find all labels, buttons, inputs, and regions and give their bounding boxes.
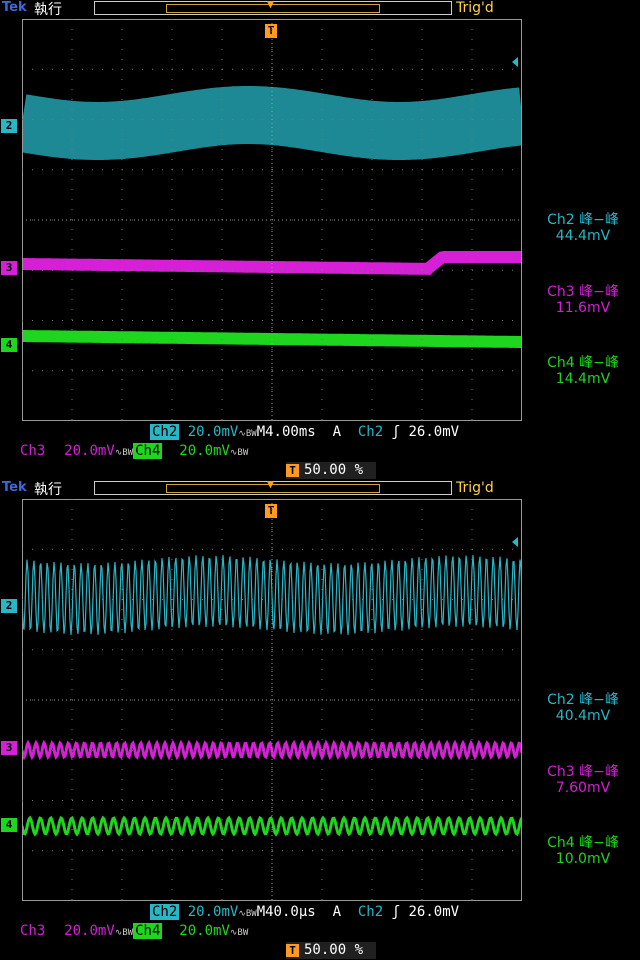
trigger-level[interactable]: 26.0mV: [408, 424, 459, 440]
ch4-marker[interactable]: 4: [1, 818, 17, 832]
ch2-scale: 20.0mV: [187, 424, 239, 440]
grid: [22, 499, 522, 901]
trigger-position-readout: T 50.00 %: [286, 462, 376, 479]
measurement-ch2: Ch2 峰−峰 44.4mV: [528, 212, 638, 244]
trigger-status: Trig'd: [456, 480, 494, 496]
ch2-label[interactable]: Ch2: [150, 424, 180, 440]
ch2-label[interactable]: Ch2: [150, 904, 180, 920]
ch4-label[interactable]: Ch4: [133, 923, 163, 939]
measurement-value: 7.60mV: [555, 780, 611, 796]
ch2-scale: 20.0mV: [187, 904, 239, 920]
timebase[interactable]: M4.00ms: [257, 424, 316, 440]
grid: [22, 19, 522, 421]
ch3-marker[interactable]: 3: [1, 741, 17, 755]
measurement-label: Ch4 峰−峰: [547, 355, 619, 371]
measurement-ch3: Ch3 峰−峰 7.60mV: [528, 764, 638, 796]
top-status-bar: Tek 執行 Trig'd: [0, 480, 640, 498]
bw-limit-icon: ∿BW: [114, 928, 134, 938]
run-state: 執行: [34, 482, 62, 498]
status-line-1: Ch2 20.0mV∿BWM40.0µs A Ch2 ʃ 26.0mV: [150, 904, 459, 920]
trigger-position-value: 50.00 %: [304, 942, 364, 958]
graticule: [22, 19, 522, 421]
waveforms: [22, 555, 522, 837]
trigger-slope-icon: ʃ: [391, 904, 401, 920]
measurement-label: Ch3 峰−峰: [547, 284, 619, 300]
trigger-slope-icon: ʃ: [391, 424, 401, 440]
brand-logo: Tek: [2, 480, 27, 495]
trigger-icon: T: [286, 464, 299, 477]
measurement-label: Ch4 峰−峰: [547, 835, 619, 851]
top-status-bar: Tek 執行 Trig'd: [0, 0, 640, 18]
bw-limit-icon: ∿BW: [114, 448, 134, 458]
scope-panel-top: Tek 執行 Trig'd ▼ T 2 3 4 Ch2 峰−峰 44.4mV C…: [0, 0, 640, 480]
trigger-level-icon: [512, 57, 518, 67]
measurement-label: Ch3 峰−峰: [547, 764, 619, 780]
measurement-label: Ch2 峰−峰: [547, 212, 619, 228]
trigger-icon: T: [286, 944, 299, 957]
trigger-mode: A: [332, 424, 342, 440]
trigger-level[interactable]: 26.0mV: [408, 904, 459, 920]
bw-limit-icon: ∿BW: [229, 928, 249, 938]
trigger-source: Ch2: [357, 424, 384, 440]
bw-limit-icon: ∿BW: [238, 429, 257, 439]
ch4-scale: 20.0mV: [179, 923, 230, 939]
measurement-value: 11.6mV: [555, 300, 611, 316]
status-line-2: Ch3 20.0mV∿BW Ch4 20.0mV∿BW: [18, 443, 248, 459]
brand-logo: Tek: [2, 0, 27, 15]
ch4-scale: 20.0mV: [179, 443, 230, 459]
ch3-scale: 20.0mV: [64, 923, 115, 939]
ch4-label[interactable]: Ch4: [133, 443, 163, 459]
measurement-ch3: Ch3 峰−峰 11.6mV: [528, 284, 638, 316]
status-line-2: Ch3 20.0mV∿BW Ch4 20.0mV∿BW: [18, 923, 248, 939]
timebase[interactable]: M40.0µs: [257, 904, 316, 920]
trigger-position-readout: T 50.00 %: [286, 942, 376, 959]
trigger-status: Trig'd: [456, 0, 494, 16]
scope-panel-bottom: Tek 執行 Trig'd ▼ T 2 3 4 Ch2 峰−峰 40.4mV C…: [0, 477, 640, 960]
ch3-label[interactable]: Ch3: [18, 443, 48, 459]
ch2-marker[interactable]: 2: [1, 119, 17, 133]
measurement-ch4: Ch4 峰−峰 10.0mV: [528, 835, 638, 867]
measurement-value: 10.0mV: [555, 851, 611, 867]
ch3-scale: 20.0mV: [64, 443, 115, 459]
run-state: 執行: [34, 2, 62, 18]
ch3-label[interactable]: Ch3: [18, 923, 48, 939]
graticule: [22, 499, 522, 901]
ch3-marker[interactable]: 3: [1, 261, 17, 275]
bw-limit-icon: ∿BW: [238, 909, 257, 919]
trigger-level-icon: [512, 537, 518, 547]
measurement-value: 44.4mV: [555, 228, 611, 244]
measurement-ch2: Ch2 峰−峰 40.4mV: [528, 692, 638, 724]
status-line-1: Ch2 20.0mV∿BWM4.00ms A Ch2 ʃ 26.0mV: [150, 424, 459, 440]
bw-limit-icon: ∿BW: [229, 448, 249, 458]
ch4-marker[interactable]: 4: [1, 338, 17, 352]
trigger-mode: A: [332, 904, 342, 920]
measurement-label: Ch2 峰−峰: [547, 692, 619, 708]
measurement-ch4: Ch4 峰−峰 14.4mV: [528, 355, 638, 387]
trigger-position-icon: ▼: [266, 0, 275, 11]
measurement-value: 14.4mV: [555, 371, 611, 387]
ch2-marker[interactable]: 2: [1, 599, 17, 613]
trigger-source: Ch2: [357, 904, 384, 920]
trigger-position-value: 50.00 %: [304, 462, 364, 478]
trigger-position-icon: ▼: [266, 477, 275, 491]
measurement-value: 40.4mV: [555, 708, 611, 724]
